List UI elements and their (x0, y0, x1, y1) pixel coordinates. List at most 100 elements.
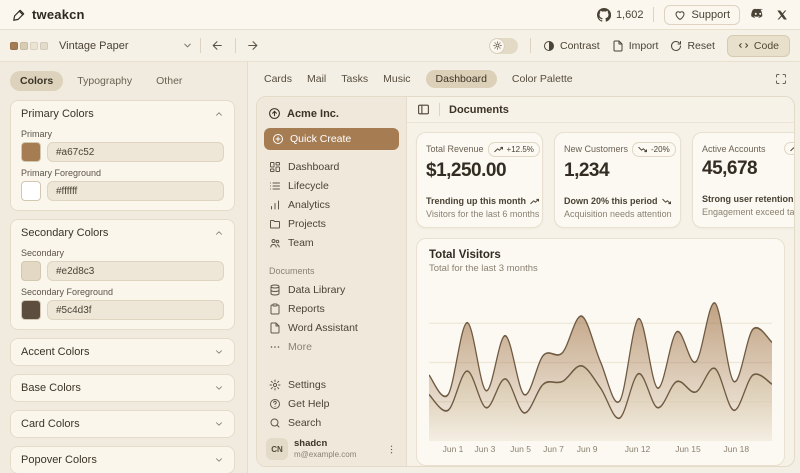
section-title: Popover Colors (21, 454, 97, 466)
plus-circle-icon (272, 133, 284, 145)
sidebar-item-label: Projects (288, 218, 326, 230)
chart-subtitle: Total for the last 3 months (429, 263, 772, 274)
github-stars[interactable]: 1,602 (597, 8, 644, 22)
fullscreen-button[interactable] (773, 71, 789, 87)
color-input-secondary-foreground[interactable] (47, 300, 224, 320)
section-header[interactable]: Card Colors (11, 411, 234, 437)
section-header[interactable]: Primary Colors (11, 101, 234, 127)
sidebar-item-label: Word Assistant (288, 322, 358, 334)
tab-typography[interactable]: Typography (67, 71, 142, 91)
theme-editor-panel: Colors Typography Other Primary Colors P… (0, 62, 248, 473)
sidebar-item-projects[interactable]: Projects (264, 214, 399, 233)
tab-mail[interactable]: Mail (307, 70, 326, 88)
section-header[interactable]: Accent Colors (11, 339, 234, 365)
code-button[interactable]: Code (727, 35, 790, 57)
editor-tabs: Colors Typography Other (10, 71, 235, 91)
sidebar-item-analytics[interactable]: Analytics (264, 195, 399, 214)
section-header[interactable]: Base Colors (11, 375, 234, 401)
field-label: Primary (21, 129, 224, 139)
dashboard-grid-icon (269, 161, 281, 173)
redo-theme-button[interactable] (243, 36, 263, 56)
sidebar-item-team[interactable]: Team (264, 233, 399, 252)
sidebar-item-label: Analytics (288, 199, 330, 211)
badge-value: +12.5% (507, 145, 534, 154)
sidebar-item-reports[interactable]: Reports (264, 299, 399, 318)
tab-color-palette[interactable]: Color Palette (512, 70, 573, 88)
sidebar-item-label: Team (288, 237, 314, 249)
sidebar-item-word-assistant[interactable]: Word Assistant (264, 318, 399, 337)
refresh-icon (670, 40, 682, 52)
preview-area: Cards Mail Tasks Music Dashboard Color P… (248, 62, 800, 473)
sidebar-item-data-library[interactable]: Data Library (264, 280, 399, 299)
field-label: Secondary (21, 248, 224, 258)
user-menu[interactable]: CN shadcn m@example.com (264, 432, 399, 460)
chart-tick: Jun 15 (675, 444, 701, 454)
sidebar-item-more[interactable]: More (264, 337, 399, 356)
page-title: Documents (449, 104, 509, 116)
dashboard-header: Documents (407, 97, 794, 123)
section-header[interactable]: Secondary Colors (11, 220, 234, 246)
github-star-count: 1,602 (616, 9, 644, 21)
section-header[interactable]: Popover Colors (11, 447, 234, 473)
sidebar-item-label: Dashboard (288, 161, 339, 173)
sidebar-item-label: Lifecycle (288, 180, 329, 192)
stat-card-new-customers: New Customers -20% 1,234 Down 20% this p… (554, 132, 681, 228)
swatch-4 (40, 42, 48, 50)
import-label: Import (629, 40, 659, 52)
color-swatch-primary[interactable] (21, 142, 41, 162)
tab-music[interactable]: Music (383, 70, 410, 88)
section-card-colors: Card Colors (10, 410, 235, 438)
x-twitter-icon[interactable] (776, 9, 788, 21)
org-switcher[interactable]: Acme Inc. (264, 104, 399, 128)
chart-tick: Jun 9 (577, 444, 598, 454)
ellipsis-vertical-icon[interactable] (386, 444, 397, 455)
folder-icon (269, 218, 281, 230)
tweakcn-app: tweakcn 1,602 Support (0, 0, 800, 473)
preview-tabs: Cards Mail Tasks Music Dashboard Color P… (256, 70, 795, 96)
file-icon (269, 322, 281, 334)
color-swatch-secondary-foreground[interactable] (21, 300, 41, 320)
field-label: Primary Foreground (21, 168, 224, 178)
tab-cards[interactable]: Cards (264, 70, 292, 88)
color-input-secondary[interactable] (47, 261, 224, 281)
dashboard-preview: Acme Inc. Quick Create Dashboard (256, 96, 795, 467)
theme-name[interactable]: Vintage Paper (59, 40, 129, 52)
contrast-label: Contrast (560, 40, 600, 52)
sidebar-item-get-help[interactable]: Get Help (264, 394, 399, 413)
chevron-down-icon[interactable] (182, 40, 193, 51)
badge-value: -20% (651, 145, 670, 154)
color-swatch-primary-foreground[interactable] (21, 181, 41, 201)
quick-create-button[interactable]: Quick Create (264, 128, 399, 150)
support-button[interactable]: Support (664, 5, 740, 25)
tab-colors[interactable]: Colors (10, 71, 63, 91)
tab-dashboard[interactable]: Dashboard (426, 70, 497, 88)
panel-left-icon[interactable] (417, 103, 430, 116)
undo-theme-button[interactable] (208, 36, 228, 56)
color-input-primary-foreground[interactable] (47, 181, 224, 201)
trend-badge: -20% (632, 142, 676, 157)
discord-icon[interactable] (750, 8, 766, 21)
heart-icon (674, 9, 686, 21)
sidebar-item-search[interactable]: Search (264, 413, 399, 432)
avatar: CN (266, 438, 288, 460)
color-input-primary[interactable] (47, 142, 224, 162)
sidebar-item-settings[interactable]: Settings (264, 375, 399, 394)
brand[interactable]: tweakcn (12, 7, 85, 22)
gear-icon (269, 379, 281, 391)
sidebar-item-dashboard[interactable]: Dashboard (264, 157, 399, 176)
chevron-up-icon (214, 228, 224, 238)
reset-button[interactable]: Reset (670, 40, 714, 52)
light-dark-toggle[interactable] (489, 38, 518, 54)
theme-swatches (10, 42, 48, 50)
color-swatch-secondary[interactable] (21, 261, 41, 281)
stat-subtext: Engagement exceed targets (702, 207, 795, 217)
stat-subtext: Acquisition needs attention (564, 209, 671, 219)
chart-x-axis: Jun 1Jun 3Jun 5Jun 7Jun 9Jun 12Jun 15Jun… (429, 444, 772, 457)
sidebar-item-lifecycle[interactable]: Lifecycle (264, 176, 399, 195)
tab-other[interactable]: Other (146, 71, 192, 91)
import-button[interactable]: Import (612, 40, 659, 52)
tab-tasks[interactable]: Tasks (341, 70, 368, 88)
contrast-button[interactable]: Contrast (543, 40, 600, 52)
stat-value: 1,234 (564, 160, 671, 182)
trending-up-icon (790, 145, 795, 152)
